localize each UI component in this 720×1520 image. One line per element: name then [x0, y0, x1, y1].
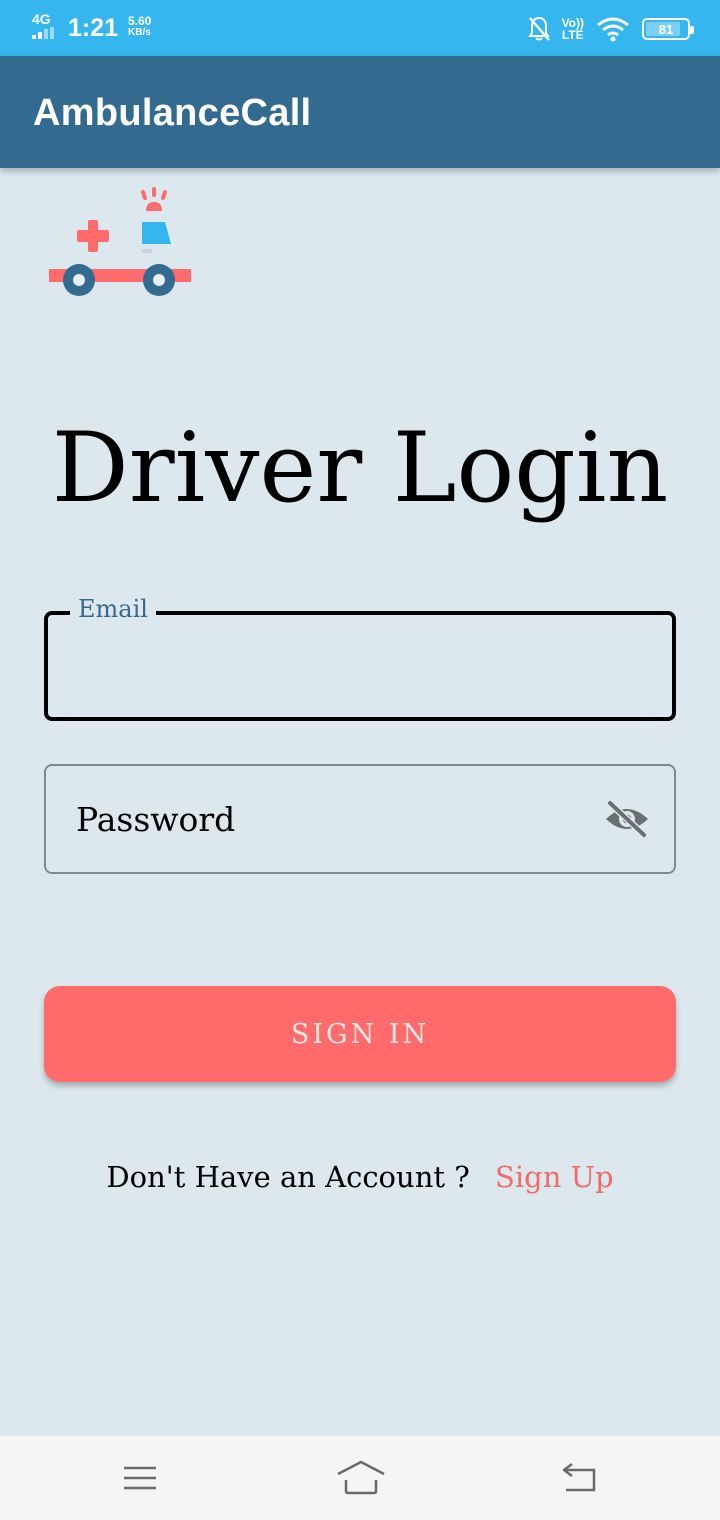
ambulance-icon	[49, 187, 191, 296]
password-field[interactable]	[44, 764, 676, 874]
password-input[interactable]	[76, 766, 616, 872]
lte-indicator: Vo)) LTE	[562, 17, 584, 41]
app-title: AmbulanceCall	[33, 92, 312, 134]
network-speed: 5.60 KB/s	[128, 15, 151, 39]
app-bar: AmbulanceCall	[0, 56, 720, 168]
speed-value: 5.60	[128, 14, 152, 28]
menu-icon[interactable]	[118, 1458, 162, 1498]
page-title: Driver Login	[51, 412, 669, 524]
network-type: 4G	[32, 11, 51, 27]
battery-icon: 81	[642, 18, 694, 40]
notifications-off-icon	[527, 16, 550, 41]
signup-prompt: Don't Have an Account ? Sign Up	[0, 1160, 720, 1194]
email-field[interactable]: Email	[44, 595, 676, 721]
sign-up-link[interactable]: Sign Up	[495, 1160, 614, 1194]
no-account-text: Don't Have an Account ?	[106, 1160, 470, 1194]
status-bar: 4G 1:21 5.60 KB/s Vo)) LTE 81	[0, 0, 720, 56]
wifi-icon	[597, 17, 629, 42]
navigation-bar	[0, 1436, 720, 1520]
lte-label: LTE	[561, 28, 584, 42]
home-icon[interactable]	[336, 1458, 386, 1498]
back-icon[interactable]	[558, 1458, 602, 1498]
eye-off-icon[interactable]	[604, 799, 650, 839]
email-input[interactable]	[78, 615, 618, 717]
sign-in-button[interactable]: SIGN IN	[44, 986, 676, 1082]
battery-level: 81	[658, 21, 674, 37]
signal-icon	[32, 27, 60, 39]
clock: 1:21	[68, 14, 119, 42]
speed-unit: KB/s	[128, 27, 151, 38]
